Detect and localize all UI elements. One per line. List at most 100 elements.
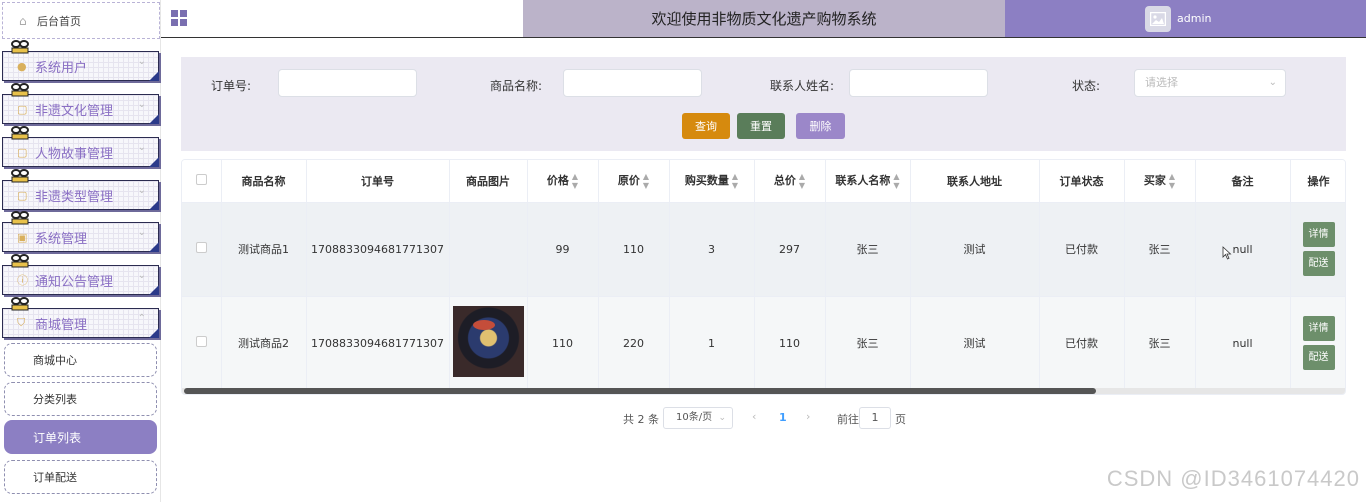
page-suffix: 页 <box>895 413 906 426</box>
cell-address: 测试 <box>910 202 1040 297</box>
clip-icon <box>11 126 29 140</box>
sidebar-item-home[interactable]: ⌂ 后台首页 <box>2 2 160 39</box>
ship-button[interactable]: 配送 <box>1302 251 1335 276</box>
top-header: 欢迎使用非物质文化遗产购物系统 admin <box>161 0 1366 38</box>
row-select-cell[interactable] <box>182 296 222 391</box>
sidebar-item-notices[interactable]: ⓘ 通知公告管理 ⌄ <box>2 254 159 295</box>
cell-actions: 详情 配送 <box>1290 202 1345 297</box>
clip-icon <box>11 254 29 268</box>
column-header-sortable[interactable]: 买家 ▲ ▼ <box>1124 160 1196 203</box>
sidebar-item-heritage-types[interactable]: ▢ 非遗类型管理 ⌄ <box>2 169 159 210</box>
avatar[interactable] <box>1145 5 1171 32</box>
delete-button[interactable]: 删除 <box>796 113 845 139</box>
clip-icon <box>11 40 29 54</box>
corner-decoration <box>149 114 159 124</box>
cell-status: 已付款 <box>1039 202 1125 297</box>
cell-address: 测试 <box>910 296 1040 391</box>
search-panel: 订单号: 商品名称: 联系人姓名: 状态: 请选择 ⌄ 查询 重置 删除 <box>181 57 1346 151</box>
status-placeholder: 请选择 <box>1145 76 1178 89</box>
status-select[interactable]: 请选择 ⌄ <box>1134 69 1286 97</box>
cell-product-image <box>449 296 528 391</box>
detail-button[interactable]: 详情 <box>1302 316 1335 341</box>
corner-decoration <box>149 200 159 210</box>
query-button[interactable]: 查询 <box>682 113 730 139</box>
cell-contact: 张三 <box>825 202 911 297</box>
prev-page-icon[interactable]: ‹ <box>752 410 756 423</box>
corner-decoration <box>149 242 159 252</box>
book-icon: ▢ <box>17 188 28 202</box>
next-page-icon[interactable]: › <box>806 410 810 423</box>
sidebar-item-heritage-culture[interactable]: ▢ 非遗文化管理 ⌄ <box>2 83 159 124</box>
sort-icon[interactable]: ▲ ▼ <box>799 172 805 190</box>
order-no-input[interactable] <box>278 69 417 97</box>
sidebar-item-system-users[interactable]: ● 系统用户 ⌄ <box>2 40 159 81</box>
column-header: 备注 <box>1195 160 1291 203</box>
sort-icon[interactable]: ▲ ▼ <box>643 172 649 190</box>
scrollbar-thumb[interactable] <box>184 388 1096 394</box>
orders-table: 商品名称 订单号 商品图片 价格 ▲ ▼ 原价 ▲ ▼ 购买数量 ▲ ▼ 总价 ▲ ▼ 联系人名… <box>181 159 1346 395</box>
chevron-down-icon: ⌄ <box>137 227 146 238</box>
corner-decoration <box>149 71 159 81</box>
sidebar-item-stories[interactable]: ▢ 人物故事管理 ⌄ <box>2 126 159 167</box>
select-all-cell[interactable] <box>182 160 222 203</box>
column-header-sortable[interactable]: 原价 ▲ ▼ <box>598 160 670 203</box>
row-checkbox[interactable] <box>195 336 207 347</box>
column-header-sortable[interactable]: 联系人名称 ▲ ▼ <box>825 160 911 203</box>
horizontal-scrollbar[interactable] <box>182 388 1345 394</box>
sort-icon[interactable]: ▲ ▼ <box>732 172 738 190</box>
mouse-cursor-icon <box>1222 246 1232 260</box>
detail-button[interactable]: 详情 <box>1302 222 1335 247</box>
sidebar-item-label: 人物故事管理 <box>35 146 114 162</box>
sort-icon[interactable]: ▲ ▼ <box>893 172 899 190</box>
sort-icon[interactable]: ▲ ▼ <box>572 172 578 190</box>
page-size-select[interactable]: 10条/页 ⌄ <box>663 407 733 429</box>
table-row: 测试商品2 1708833094681771307 110 220 1 110 … <box>182 296 1345 391</box>
sidebar-subitem-label: 分类列表 <box>33 393 77 406</box>
column-header: 商品名称 <box>221 160 307 203</box>
reset-button[interactable]: 重置 <box>737 113 785 139</box>
product-name-input[interactable] <box>563 69 702 97</box>
cart-icon: ⛉ <box>17 316 26 329</box>
clip-icon <box>11 297 29 311</box>
table-header-row: 商品名称 订单号 商品图片 价格 ▲ ▼ 原价 ▲ ▼ 购买数量 ▲ ▼ 总价 ▲ ▼ 联系人名… <box>182 160 1345 203</box>
product-image[interactable] <box>452 306 524 377</box>
book-icon: ▢ <box>17 102 28 116</box>
cell-status: 已付款 <box>1039 296 1125 391</box>
sidebar-subitem-shop-center[interactable]: 商城中心 <box>4 343 157 377</box>
chevron-down-icon: ⌄ <box>137 56 146 67</box>
corner-decoration <box>149 157 159 167</box>
menu-toggle-icon[interactable] <box>171 10 187 26</box>
sidebar-item-label: 商城管理 <box>35 317 88 333</box>
cell-quantity: 1 <box>669 296 755 391</box>
image-icon <box>1150 11 1166 26</box>
ship-button[interactable]: 配送 <box>1302 345 1335 370</box>
column-header-sortable[interactable]: 价格 ▲ ▼ <box>527 160 599 203</box>
contact-name-input[interactable] <box>849 69 988 97</box>
cell-total: 297 <box>754 202 826 297</box>
corner-decoration <box>149 328 159 338</box>
page-number-current[interactable]: 1 <box>779 411 787 424</box>
chevron-down-icon: ⌄ <box>137 142 146 153</box>
sidebar-item-shop[interactable]: ⛉ 商城管理 ⌃ <box>2 297 159 338</box>
contact-name-label: 联系人姓名: <box>770 79 835 93</box>
cell-price: 99 <box>527 202 599 297</box>
sidebar-subitem-order-delivery[interactable]: 订单配送 <box>4 460 157 494</box>
cell-actions: 详情 配送 <box>1290 296 1345 391</box>
goto-page-input[interactable]: 1 <box>859 407 891 429</box>
user-area[interactable]: admin <box>1005 0 1366 37</box>
sort-icon[interactable]: ▲ ▼ <box>1169 172 1175 190</box>
table-row: 测试商品1 1708833094681771307 99 110 3 297 张… <box>182 202 1345 297</box>
column-header: 订单号 <box>306 160 450 203</box>
home-icon: ⌂ <box>19 13 27 28</box>
column-header-sortable[interactable]: 总价 ▲ ▼ <box>754 160 826 203</box>
row-checkbox[interactable] <box>195 242 207 253</box>
row-select-cell[interactable] <box>182 202 222 297</box>
chevron-down-icon: ⌄ <box>137 270 146 281</box>
cell-product-name: 测试商品2 <box>221 296 307 391</box>
chevron-down-icon: ⌄ <box>718 413 726 423</box>
select-all-checkbox[interactable] <box>195 173 207 185</box>
user-icon: ● <box>17 59 27 73</box>
column-header-sortable[interactable]: 购买数量 ▲ ▼ <box>669 160 755 203</box>
chevron-down-icon: ⌄ <box>1268 77 1277 88</box>
sidebar-item-system-admin[interactable]: ▣ 系统管理 ⌄ <box>2 211 159 252</box>
